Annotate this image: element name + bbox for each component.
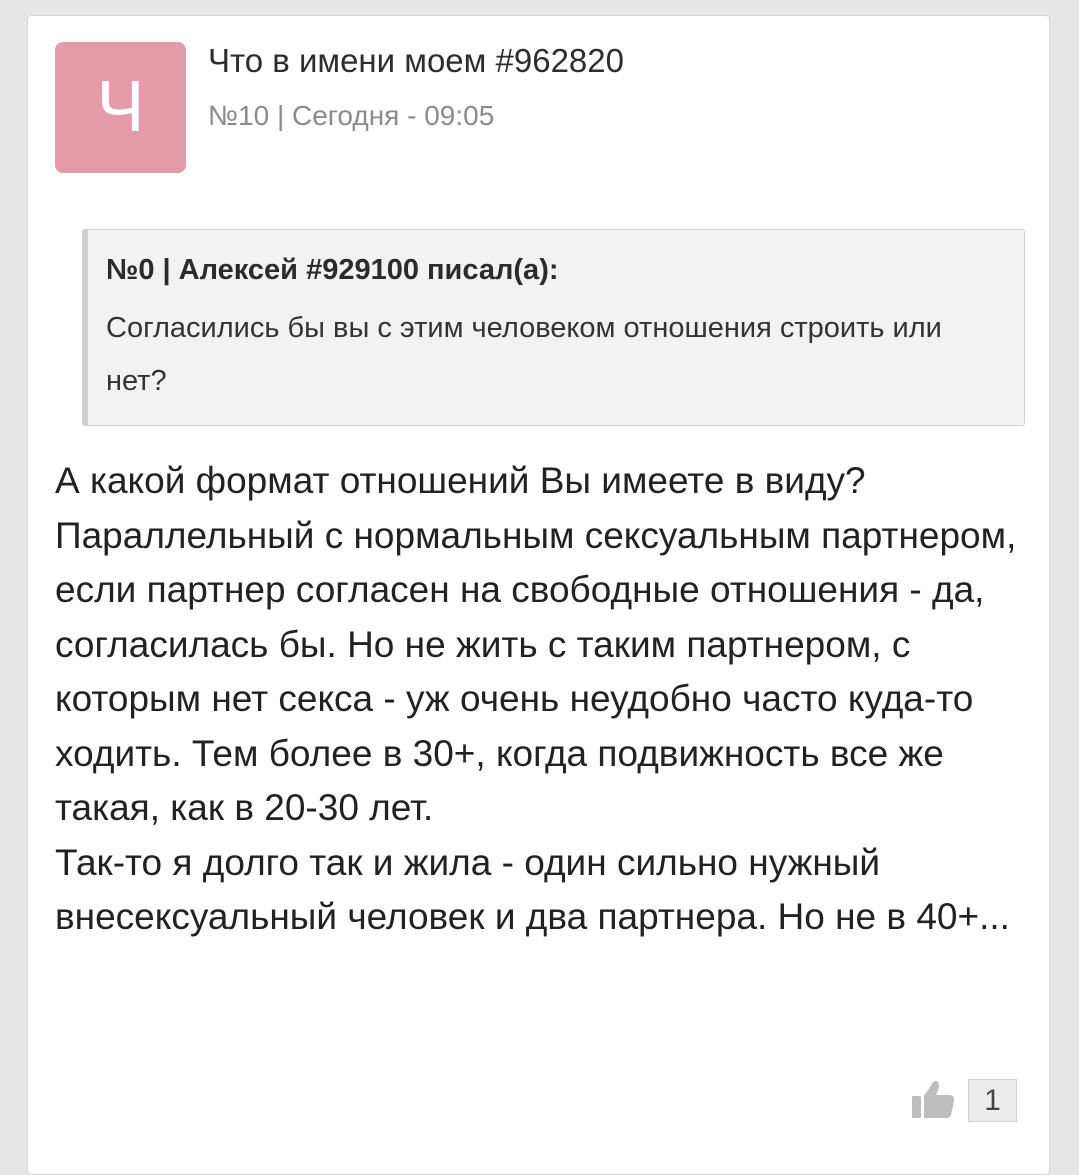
quote-block: №0 | Алексей #929100 писал(а): Согласили… (82, 229, 1025, 426)
body-paragraph: Так-то я долго так и жила - один сильно … (55, 841, 1010, 938)
post-meta: №10 | Сегодня - 09:05 (208, 100, 495, 131)
post-body: А какой формат отношений Вы имеете в вид… (55, 454, 1035, 945)
avatar[interactable]: Ч (55, 42, 186, 173)
quote-header: №0 | Алексей #929100 писал(а): (106, 254, 559, 286)
body-paragraph: А какой формат отношений Вы имеете в вид… (55, 460, 1017, 828)
quote-text: Согласились бы вы с этим человеком отнош… (106, 312, 942, 397)
like-count: 1 (968, 1079, 1017, 1122)
post-card: Ч Что в имени моем #962820 №10 | Сегодня… (27, 15, 1050, 1175)
author-name[interactable]: Что в имени моем #962820 (208, 42, 624, 80)
thumbs-up-icon[interactable] (910, 1078, 956, 1120)
